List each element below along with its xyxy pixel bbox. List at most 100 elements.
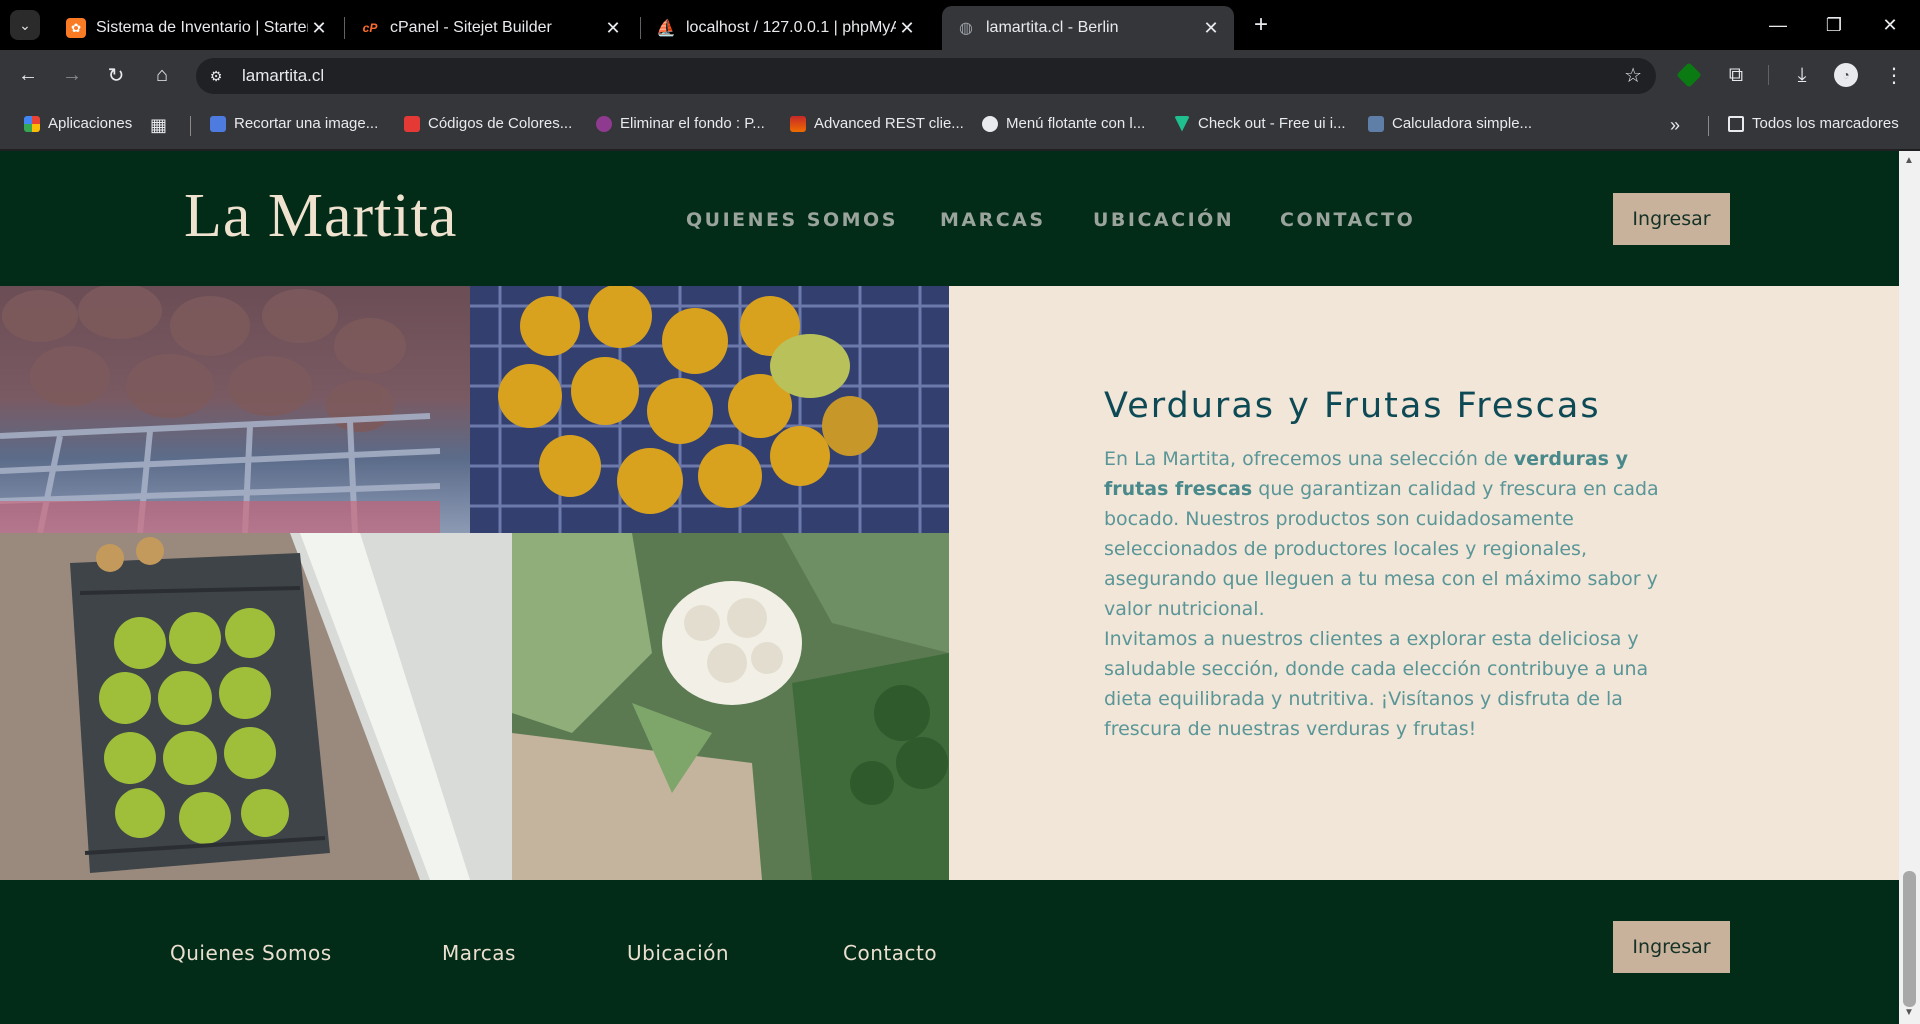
footer-link-marcas[interactable]: Marcas xyxy=(442,941,516,965)
bookmark-label: Eliminar el fondo : P... xyxy=(620,115,765,132)
scroll-up-arrow-icon[interactable]: ▲ xyxy=(1904,155,1914,166)
site-header: La Martita QUIENES SOMOS MARCAS UBICACIÓ… xyxy=(0,151,1899,286)
section-title: Verduras y Frutas Frescas xyxy=(1104,386,1601,426)
url-text[interactable]: lamartita.cl xyxy=(242,66,324,86)
site-info-icon[interactable]: ⚙ xyxy=(206,66,226,86)
tab-separator xyxy=(344,17,345,39)
site-logo[interactable]: La Martita xyxy=(184,181,457,252)
globe-icon: ◍ xyxy=(959,20,973,37)
bookmark-icon xyxy=(210,115,226,132)
tab-lamartita[interactable]: ◍ lamartita.cl - Berlin ✕ xyxy=(942,6,1234,50)
apps-grid-icon xyxy=(24,115,40,132)
bookmark-icon xyxy=(1174,115,1190,132)
login-button[interactable]: Ingresar xyxy=(1613,193,1730,245)
page-scrollbar[interactable]: ▲ ▼ xyxy=(1899,151,1920,1024)
bookmark-label: Check out - Free ui i... xyxy=(1198,115,1346,132)
green-apples-photo xyxy=(0,533,512,880)
bookmark-label: Advanced REST clie... xyxy=(814,115,964,132)
bookmark-advanced-rest[interactable]: Advanced REST clie... xyxy=(790,115,964,132)
bookmark-icon xyxy=(404,115,420,132)
footer-link-ubicacion[interactable]: Ubicación xyxy=(627,941,729,965)
minimize-button[interactable]: — xyxy=(1750,0,1806,50)
close-tab-icon[interactable]: ✕ xyxy=(308,18,330,39)
footer-login-button[interactable]: Ingresar xyxy=(1613,921,1730,973)
tab-sistema-inventario[interactable]: ✿ Sistema de Inventario | Starter ✕ xyxy=(52,6,342,50)
folder-icon xyxy=(1728,115,1744,132)
bookmarks-bar: Aplicaciones ▦ Recortar una image... Cód… xyxy=(0,100,1920,150)
bookmark-recortar[interactable]: Recortar una image... xyxy=(210,115,378,132)
tab-strip: ⌄ ✿ Sistema de Inventario | Starter ✕ cP… xyxy=(0,0,1920,50)
cpanel-icon: cP xyxy=(362,21,378,35)
paragraph-text: En La Martita, ofrecemos una selección d… xyxy=(1104,448,1514,470)
home-button[interactable]: ⌂ xyxy=(146,59,178,91)
bookmark-aplicaciones[interactable]: Aplicaciones xyxy=(24,115,132,132)
globe-icon xyxy=(982,115,998,132)
bookmark-check-out[interactable]: Check out - Free ui i... xyxy=(1174,115,1346,132)
tab-title: lamartita.cl - Berlin xyxy=(986,19,1119,36)
bookmark-label: Todos los marcadores xyxy=(1752,115,1899,132)
bookmark-icon xyxy=(1368,115,1384,132)
bookmark-icon xyxy=(596,115,612,132)
extensions-puzzle-icon[interactable]: ⧉ xyxy=(1720,59,1752,91)
bookmark-eliminar-fondo[interactable]: Eliminar el fondo : P... xyxy=(596,115,765,132)
bookmark-label: Códigos de Colores... xyxy=(428,115,573,132)
bookmark-label: Menú flotante con l... xyxy=(1006,115,1146,132)
nav-contacto[interactable]: CONTACTO xyxy=(1280,209,1415,231)
section-paragraph: En La Martita, ofrecemos una selección d… xyxy=(1104,444,1684,744)
tab-phpmyadmin[interactable]: ⛵ localhost / 127.0.0.1 | phpMyAdmin ✕ xyxy=(642,6,930,50)
extension-icon[interactable] xyxy=(1676,62,1702,88)
xampp-icon: ✿ xyxy=(66,18,86,38)
close-tab-icon[interactable]: ✕ xyxy=(896,18,918,39)
back-button[interactable]: ← xyxy=(12,59,44,91)
close-tab-icon[interactable]: ✕ xyxy=(1200,18,1222,39)
tab-cpanel[interactable]: cP cPanel - Sitejet Builder ✕ xyxy=(346,6,636,50)
potatoes-photo xyxy=(0,286,470,533)
cauliflower-photo xyxy=(512,533,949,880)
footer-link-quienes-somos[interactable]: Quienes Somos xyxy=(170,941,332,965)
footer-link-contacto[interactable]: Contacto xyxy=(843,941,937,965)
bookmark-menu-flotante[interactable]: Menú flotante con l... xyxy=(982,115,1145,132)
produce-section: Verduras y Frutas Frescas En La Martita,… xyxy=(1104,386,1684,744)
tab-title: Sistema de Inventario | Starter xyxy=(96,19,308,36)
tab-separator xyxy=(640,17,641,39)
bookmark-codigos-colores[interactable]: Códigos de Colores... xyxy=(404,115,572,132)
nav-ubicacion[interactable]: UBICACIÓN xyxy=(1093,209,1234,231)
bookmark-icon xyxy=(790,115,806,132)
forward-button[interactable]: → xyxy=(56,59,88,91)
paragraph-text: Invitamos a nuestros clientes a explorar… xyxy=(1104,628,1649,740)
all-bookmarks-folder[interactable]: Todos los marcadores xyxy=(1728,115,1899,132)
downloads-icon[interactable]: ⤓ xyxy=(1786,59,1818,91)
new-tab-button[interactable]: + xyxy=(1246,10,1276,40)
phpmyadmin-icon: ⛵ xyxy=(656,20,676,37)
tab-title: localhost / 127.0.0.1 | phpMyAdmin xyxy=(686,19,896,36)
site-footer: Quienes Somos Marcas Ubicación Contacto … xyxy=(0,880,1899,1024)
lemons-photo xyxy=(470,286,949,533)
bookmark-grid[interactable]: ▦ xyxy=(150,115,167,136)
bookmark-label: Recortar una image... xyxy=(234,115,379,132)
reload-button[interactable]: ↻ xyxy=(100,59,132,91)
bookmark-star-icon[interactable]: ☆ xyxy=(1624,63,1642,88)
more-bookmarks-chevron-icon[interactable]: » xyxy=(1670,115,1680,136)
restore-button[interactable]: ❐ xyxy=(1806,0,1862,50)
tab-search-button[interactable]: ⌄ xyxy=(10,10,40,40)
nav-marcas[interactable]: MARCAS xyxy=(940,209,1046,231)
menu-kebab-icon[interactable]: ⋮ xyxy=(1878,59,1910,91)
nav-quienes-somos[interactable]: QUIENES SOMOS xyxy=(686,209,898,231)
produce-image-grid xyxy=(0,286,949,880)
profile-avatar[interactable]: ◔ xyxy=(1834,63,1858,87)
grid-icon: ▦ xyxy=(150,115,168,135)
address-bar[interactable]: ⚙ lamartita.cl ☆ xyxy=(196,58,1656,94)
bookmark-separator xyxy=(190,116,191,136)
tab-title: cPanel - Sitejet Builder xyxy=(390,19,552,36)
toolbar-separator xyxy=(1768,65,1769,85)
bookmark-separator xyxy=(1708,116,1709,136)
scroll-down-arrow-icon[interactable]: ▼ xyxy=(1904,1007,1914,1018)
browser-toolbar: ← → ↻ ⌂ ⚙ lamartita.cl ☆ ⧉ ⤓ ◔ ⋮ xyxy=(0,50,1920,100)
bookmark-label: Aplicaciones xyxy=(48,115,133,132)
bookmark-label: Calculadora simple... xyxy=(1392,115,1533,132)
web-page: La Martita QUIENES SOMOS MARCAS UBICACIÓ… xyxy=(0,151,1899,1024)
scrollbar-thumb[interactable] xyxy=(1903,871,1916,1007)
close-window-button[interactable]: ✕ xyxy=(1862,0,1918,50)
bookmark-calculadora[interactable]: Calculadora simple... xyxy=(1368,115,1532,132)
close-tab-icon[interactable]: ✕ xyxy=(602,18,624,39)
